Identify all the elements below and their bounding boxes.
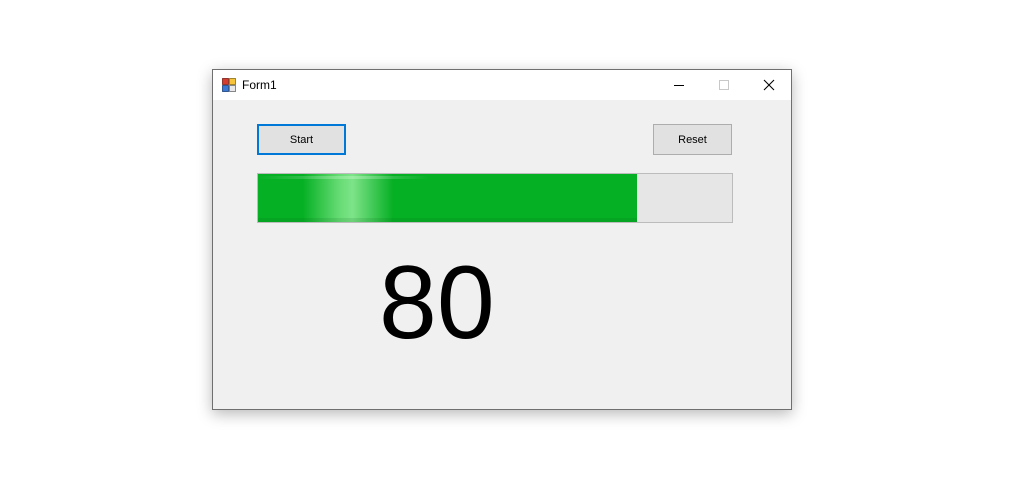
minimize-icon — [673, 84, 684, 86]
progress-bar — [257, 173, 733, 223]
reset-button[interactable]: Reset — [653, 124, 732, 155]
progress-value-label: 80 — [379, 245, 495, 361]
start-button[interactable]: Start — [257, 124, 346, 155]
close-icon — [763, 79, 774, 90]
minimize-button[interactable] — [656, 70, 701, 99]
app-icon — [222, 78, 236, 92]
form-window: Form1 Start Reset 80 — [212, 69, 792, 410]
close-button[interactable] — [746, 70, 791, 99]
progress-bar-shine — [303, 174, 393, 222]
maximize-button[interactable] — [701, 70, 746, 99]
title-bar[interactable]: Form1 — [213, 70, 791, 100]
window-title: Form1 — [242, 78, 277, 92]
maximize-icon — [718, 79, 729, 90]
progress-bar-fill — [258, 174, 638, 222]
progress-bar-shadow — [258, 218, 638, 222]
